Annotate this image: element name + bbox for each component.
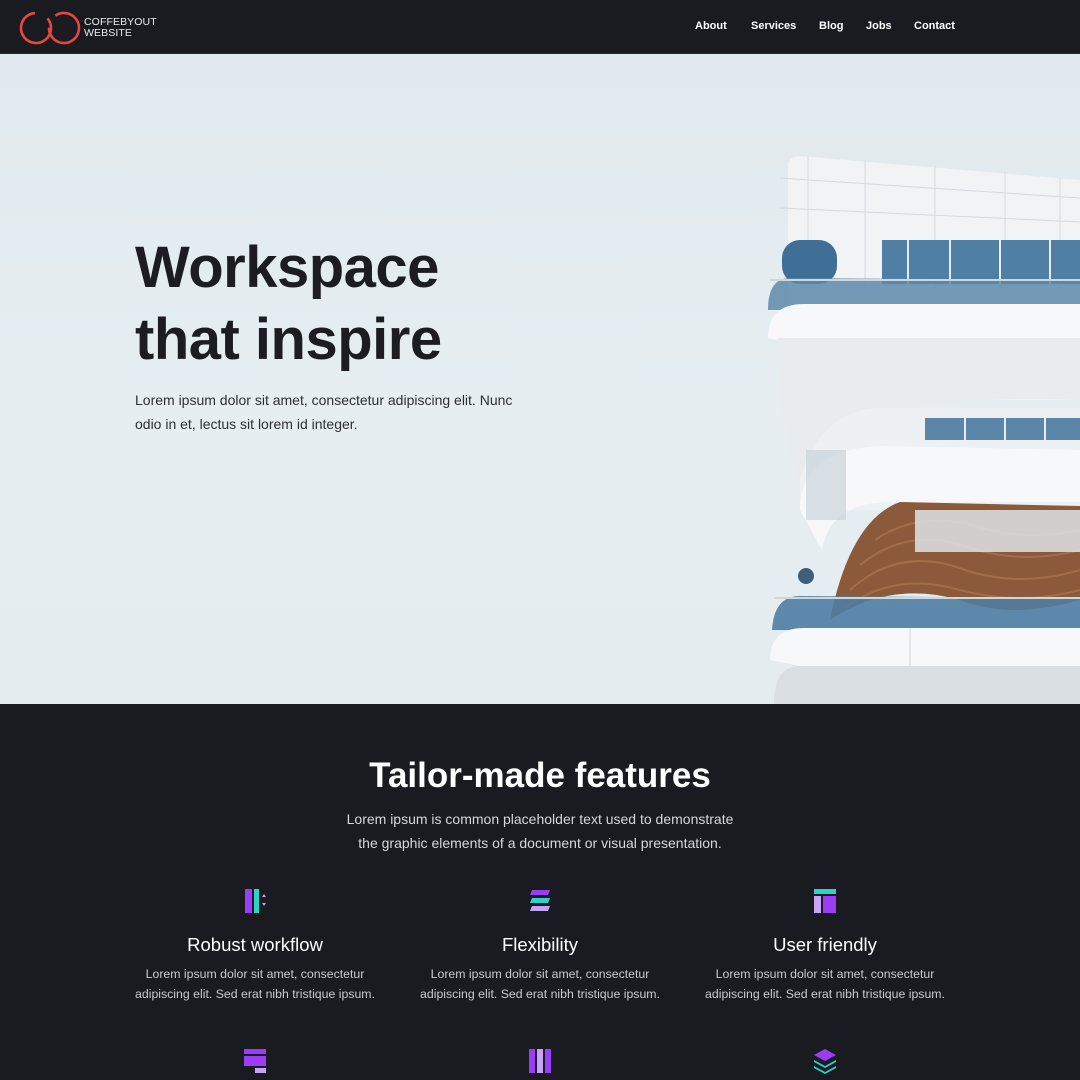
feature-title: Flexibility (501, 934, 579, 955)
top-navbar: COFFEBYOUT WEBSITE About Services Blog J… (0, 0, 1080, 54)
feature-card-robust-workflow: Robust workflow Lorem ipsum dolor sit am… (120, 888, 390, 1004)
window-icon (244, 1049, 266, 1073)
stack-lines-icon (530, 890, 550, 911)
feature-desc: Lorem ipsum dolor sit amet, consectetur … (135, 967, 375, 1001)
feature-desc: Lorem ipsum dolor sit amet, consectetur … (705, 967, 945, 1001)
building-image (768, 156, 1080, 704)
nav-jobs[interactable]: Jobs (866, 20, 892, 32)
nav-blog[interactable]: Blog (819, 20, 843, 32)
feature-card-flexibility: Flexibility Lorem ipsum dolor sit amet, … (405, 888, 675, 1004)
hero-title-line-1: Workspace (135, 235, 439, 300)
hero-title-line-2: that inspire (135, 307, 442, 372)
feature-title: Robust workflow (187, 934, 323, 955)
columns-icon (529, 1049, 551, 1073)
nav-about[interactable]: About (695, 20, 727, 32)
main-nav: About Services Blog Jobs Contact (0, 0, 1080, 54)
feature-title: User friendly (773, 934, 877, 955)
hero-section: Workspace that inspire Lorem ipsum dolor… (0, 54, 1080, 704)
features-subtitle: Lorem ipsum is common placeholder text u… (346, 811, 734, 851)
hero-title: Workspace that inspire (135, 232, 555, 376)
feature-card-user-friendly: User friendly Lorem ipsum dolor sit amet… (690, 888, 960, 1004)
feature-desc: Lorem ipsum dolor sit amet, consectetur … (420, 967, 660, 1001)
features-section: Tailor-made features Lorem ipsum is comm… (0, 704, 1080, 1080)
layers-icon (814, 1049, 836, 1074)
layout-icon (814, 889, 836, 913)
features-title: Tailor-made features (369, 756, 711, 795)
nav-services[interactable]: Services (751, 20, 796, 32)
workflow-icon (245, 889, 266, 913)
hero-subtitle: Lorem ipsum dolor sit amet, consectetur … (135, 392, 513, 432)
nav-contact[interactable]: Contact (914, 20, 955, 32)
